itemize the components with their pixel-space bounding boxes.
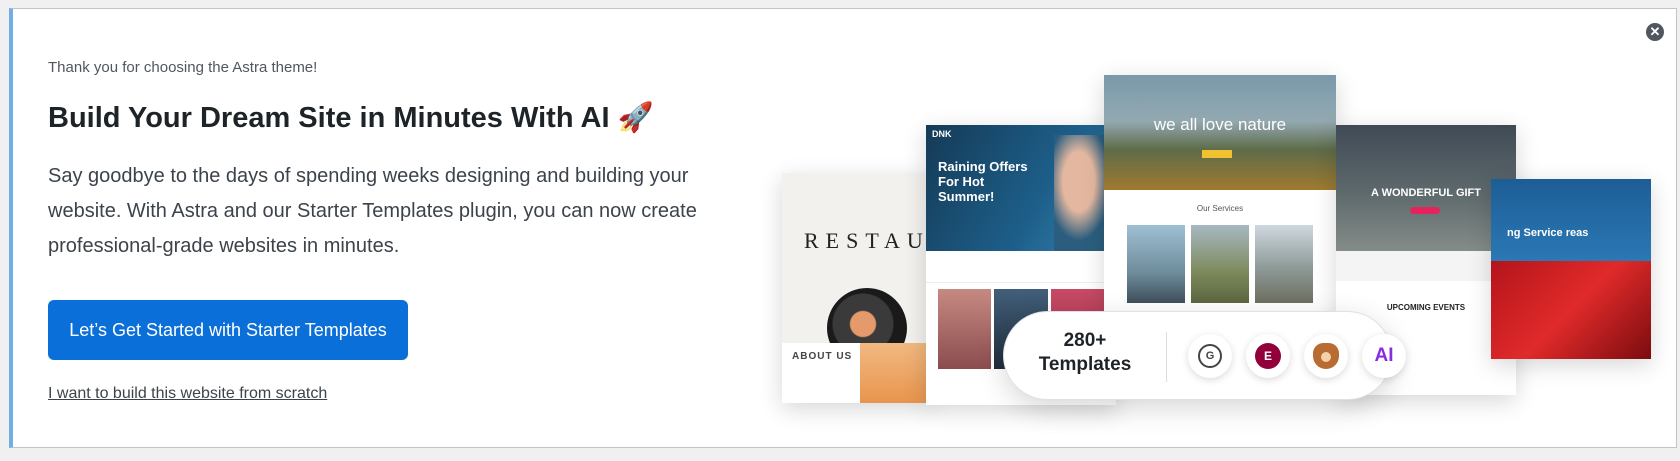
services-heading: Our Services — [1196, 204, 1244, 213]
construction-template-preview: ng Service reas — [1491, 179, 1651, 359]
notice-subtitle: Thank you for choosing the Astra theme! — [48, 59, 318, 76]
landscape-image — [1127, 225, 1185, 303]
about-heading: ABOUT US — [792, 351, 853, 362]
elementor-icon: E — [1246, 334, 1290, 378]
notice-title: Build Your Dream Site in Minutes With AI… — [48, 102, 654, 134]
gutenberg-icon: G — [1188, 334, 1232, 378]
build-from-scratch-link[interactable]: I want to build this website from scratc… — [48, 385, 327, 403]
templates-count: 280+ Templates — [1038, 330, 1132, 375]
restaurant-template-preview: RESTAUR ABOUT US — [782, 173, 932, 403]
ai-icon: AI — [1362, 334, 1406, 378]
events-heading: UPCOMING EVENTS — [1386, 303, 1466, 312]
template-word: RESTAUR — [804, 228, 932, 253]
beaver-builder-icon — [1304, 334, 1348, 378]
template-headline: we all love nature — [1153, 115, 1287, 134]
get-started-button[interactable]: Let’s Get Started with Starter Templates — [48, 300, 408, 360]
brand-logos — [926, 251, 1116, 283]
template-headline: A WONDERFUL GIFT — [1371, 187, 1481, 199]
close-icon[interactable]: ✕ — [1646, 23, 1664, 41]
landscape-image — [1255, 225, 1313, 303]
template-logo: DNK — [932, 129, 952, 139]
notice-description: Say goodbye to the days of spending week… — [48, 165, 697, 257]
template-headline: ng Service reas — [1507, 227, 1589, 239]
product-image — [938, 289, 992, 369]
landscape-image — [1191, 225, 1249, 303]
red-structure-image — [1491, 261, 1651, 359]
astra-notice: ✕ Thank you for choosing the Astra theme… — [9, 8, 1677, 448]
orange-image — [860, 343, 932, 403]
templates-badge: 280+ Templates G E AI — [1003, 311, 1406, 400]
template-headline: Raining Offers For Hot Summer! — [938, 159, 1028, 204]
